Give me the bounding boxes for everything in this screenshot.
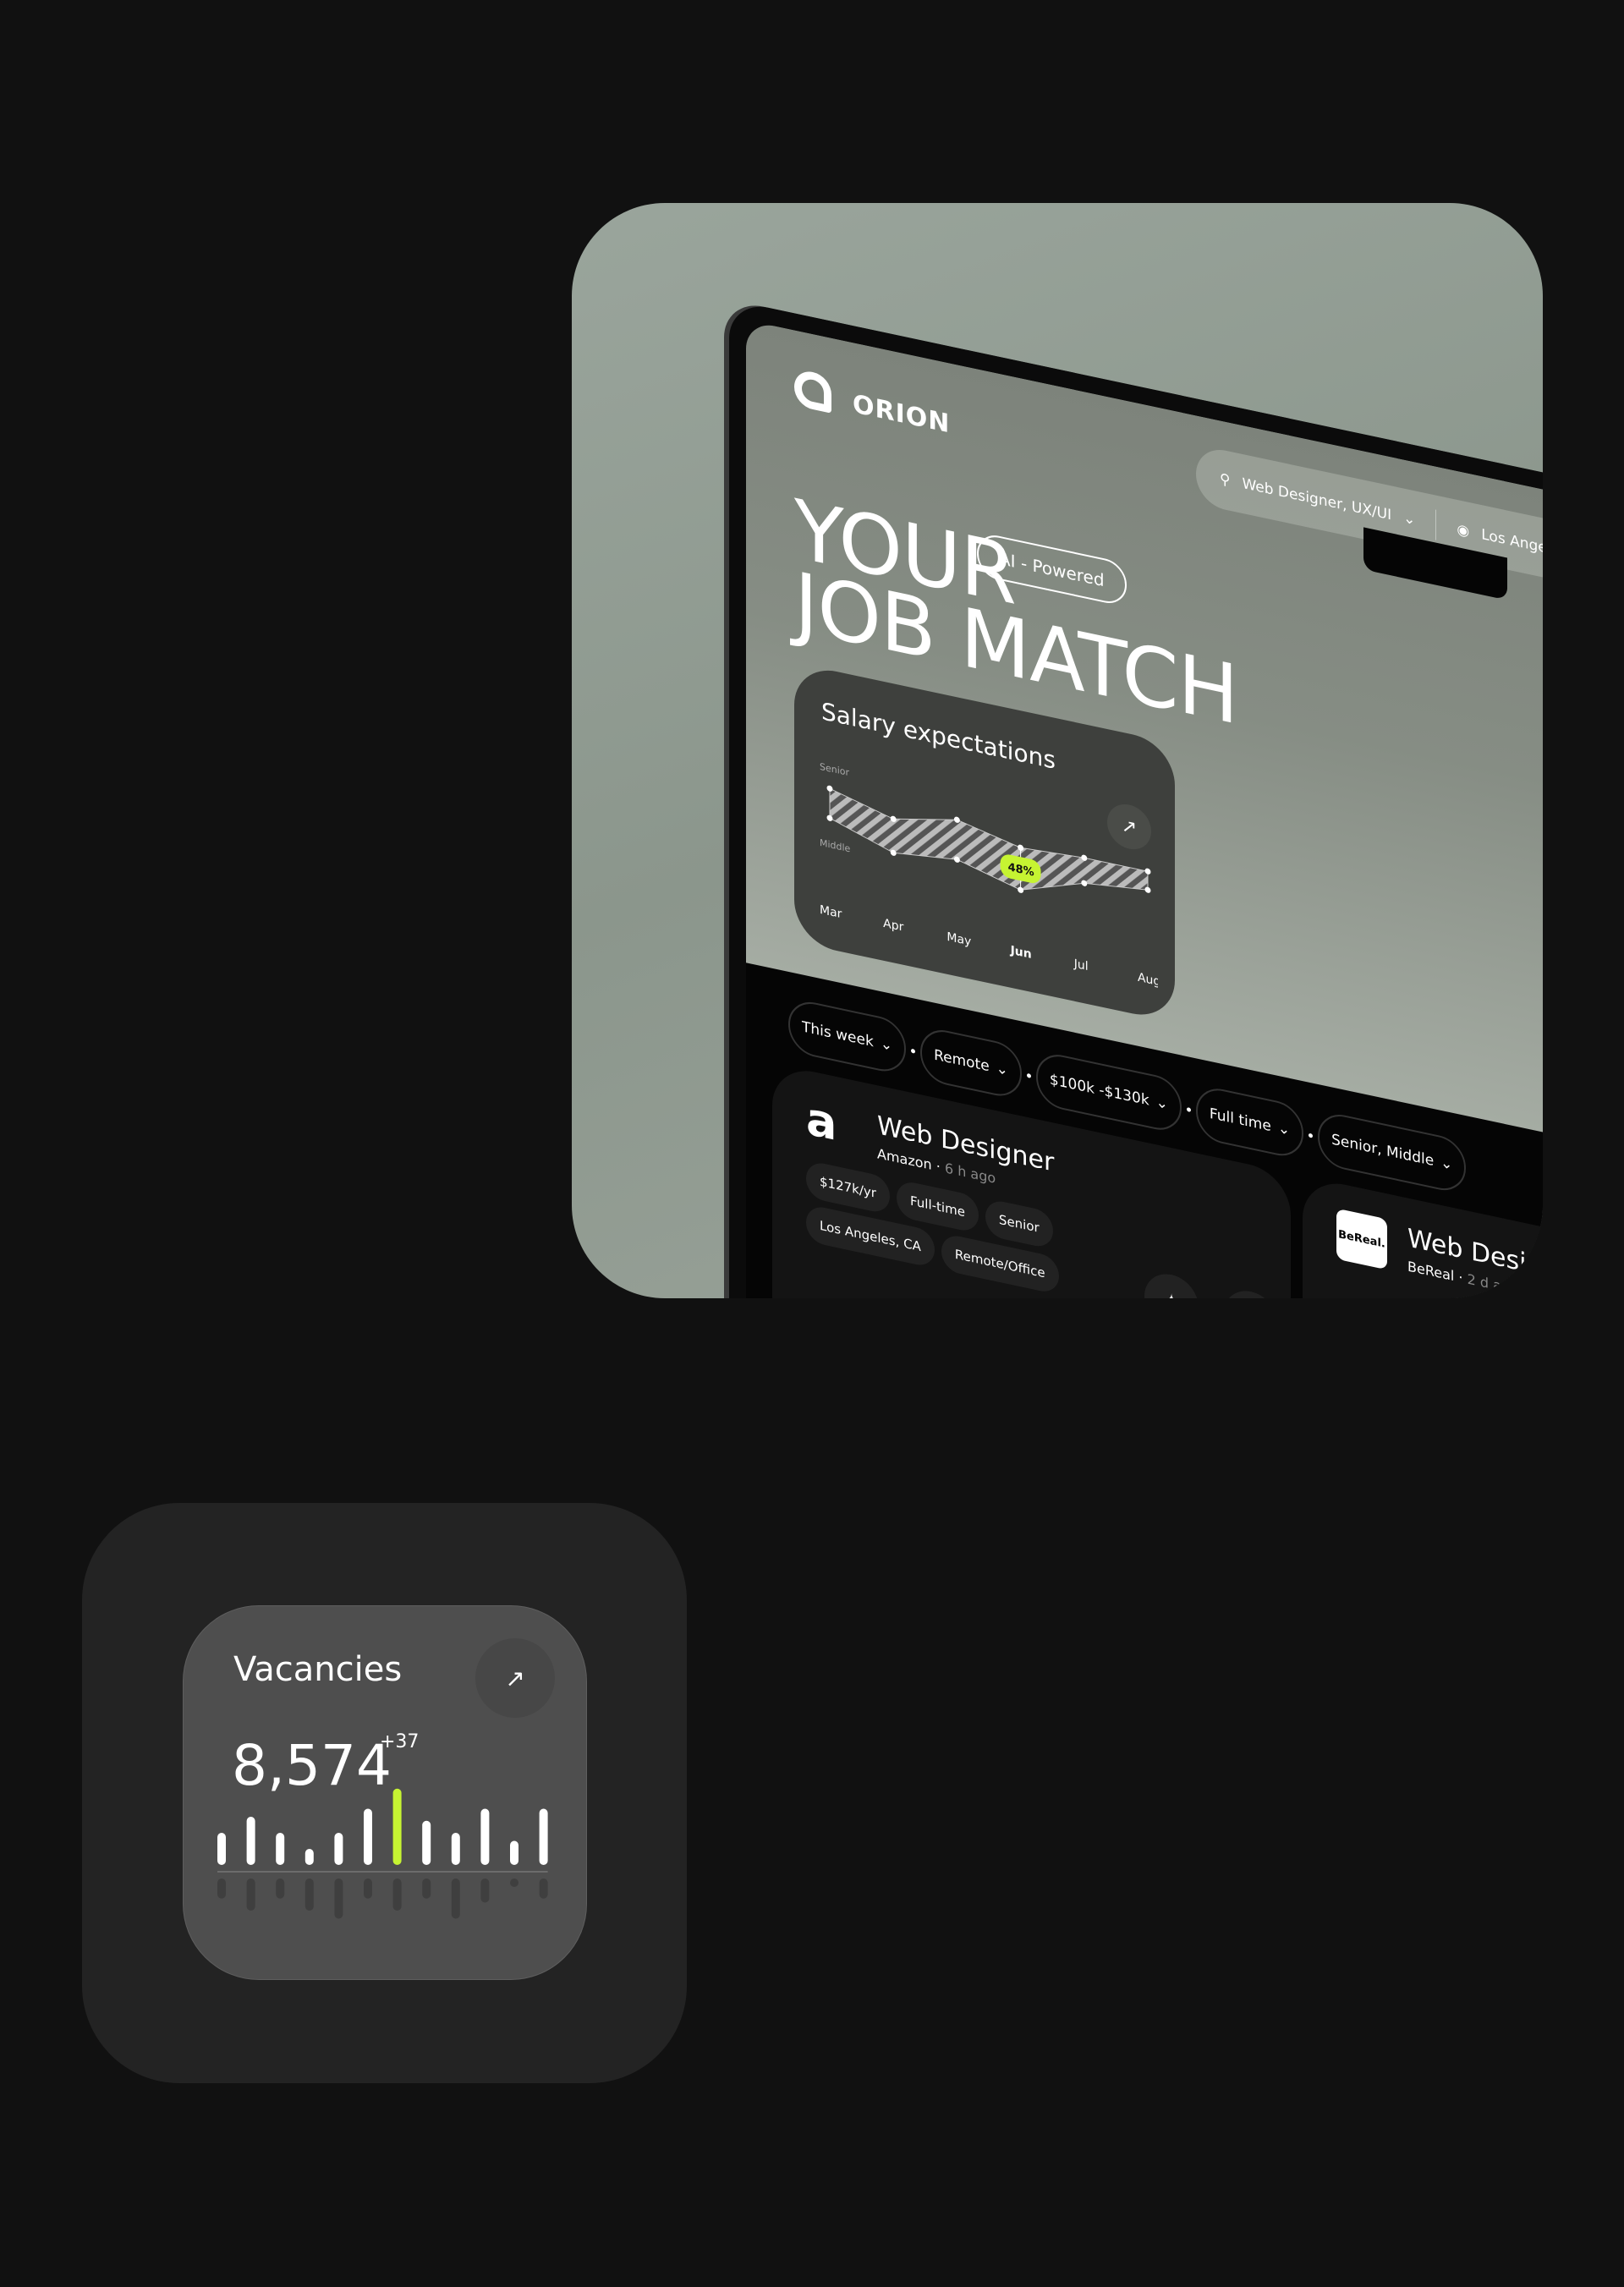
vacancy-bar-shadow (480, 1878, 490, 1903)
filter-location-type[interactable]: Remote ⌄ (920, 1025, 1022, 1101)
y-label-senior: Senior (820, 761, 849, 778)
filter-label: Senior, Middle (1331, 1131, 1435, 1171)
middle-point (1144, 886, 1151, 893)
senior-point (826, 785, 833, 792)
tablet-screen: ORION ⚲ Web Designer, UX/UI ⌄ ◉ Los Ange… (746, 320, 1543, 1298)
separator-dot (1186, 1106, 1191, 1112)
filter-label: This week (802, 1018, 874, 1051)
filter-label: Remote (934, 1046, 990, 1076)
vacancies-count: 8,574 (232, 1733, 392, 1798)
salary-band (829, 787, 1149, 891)
chevron-down-icon: ⌄ (996, 1060, 1008, 1080)
x-tick-label: Aug (1138, 971, 1158, 990)
vacancy-bar-shadow (539, 1878, 548, 1899)
tag-level: Senior (985, 1198, 1053, 1250)
x-tick-label: Mar (820, 903, 842, 921)
x-tick-label: May (946, 930, 971, 949)
filter-employment[interactable]: Full time ⌄ (1195, 1083, 1304, 1161)
vacancy-bar (539, 1808, 548, 1865)
hero-showcase: ORION ⚲ Web Designer, UX/UI ⌄ ◉ Los Ange… (572, 203, 1543, 1298)
amazon-logo: a (806, 1091, 837, 1152)
company-name: BeReal (1407, 1258, 1455, 1285)
filter-level[interactable]: Senior, Middle ⌄ (1318, 1109, 1467, 1196)
job-actions: ✦ ✕ ♡ (1144, 1269, 1278, 1298)
chevron-down-icon: ⌄ (1277, 1119, 1291, 1139)
divider (1435, 509, 1437, 540)
filter-label: Full time (1209, 1105, 1271, 1136)
separator-dot (911, 1048, 916, 1054)
vacancy-bar-shadow (422, 1878, 431, 1899)
vacancy-bar (422, 1820, 431, 1865)
salary-chart: SeniorMiddleMarAprMayJunJulAug48% (820, 761, 1158, 990)
vacancy-bar (480, 1808, 490, 1865)
vacancy-bar (246, 1817, 255, 1865)
vacancy-bar-shadow (334, 1878, 343, 1919)
pin-icon: ◉ (1457, 520, 1470, 541)
chevron-down-icon: ⌄ (880, 1035, 893, 1056)
y-label-middle: Middle (820, 837, 850, 855)
separator-dot (1026, 1072, 1031, 1078)
x-tick-label: Jun (1010, 944, 1032, 962)
vacancy-bar-shadow (217, 1878, 226, 1899)
vacancy-bar-shadow (246, 1878, 255, 1911)
search-input[interactable]: Web Designer, UX/UI (1242, 475, 1391, 524)
separator-dot (1309, 1133, 1314, 1138)
brand-name: ORION (853, 389, 951, 440)
filter-date[interactable]: This week ⌄ (788, 996, 907, 1077)
vacancy-bar (510, 1840, 518, 1865)
chevron-down-icon[interactable]: ⌄ (1403, 509, 1415, 529)
vacancy-bar-shadow (451, 1878, 460, 1919)
filter-salary[interactable]: $100k -$130k ⌄ (1035, 1050, 1182, 1135)
vacancy-bar-shadow (276, 1878, 285, 1899)
vacancies-title: Vacancies (233, 1650, 403, 1689)
vacancy-bar (334, 1833, 343, 1865)
filter-label: $100k -$130k (1049, 1071, 1149, 1110)
x-tick-label: Apr (883, 917, 903, 935)
arrow-up-right-icon[interactable]: ↗ (475, 1638, 555, 1718)
x-tick-label: Jul (1073, 957, 1089, 974)
vacancy-bar (217, 1833, 226, 1865)
vacancy-bar (392, 1788, 402, 1865)
vacancy-bar (304, 1849, 314, 1865)
vacancies-card[interactable]: Vacancies ↗ 8,574 +37 (183, 1605, 587, 1980)
vacancy-bar-shadow (304, 1878, 314, 1911)
vacancy-bar-shadow (364, 1878, 372, 1899)
vacancy-bar (451, 1833, 460, 1865)
chevron-down-icon: ⌄ (1440, 1154, 1453, 1174)
match-icon[interactable]: ✦ (1144, 1269, 1199, 1298)
chevron-down-icon: ⌄ (1155, 1094, 1168, 1114)
vacancy-bar-shadow (510, 1878, 518, 1887)
orion-logo-icon (794, 368, 831, 414)
bereal-logo: BeReal. (1336, 1208, 1387, 1270)
search-icon: ⚲ (1220, 470, 1231, 490)
job-card[interactable]: BeReal. Web Designer BeReal · 2 d ago (1303, 1176, 1543, 1298)
vacancies-delta: +37 (380, 1731, 420, 1752)
vacancy-bar-shadow (392, 1878, 402, 1911)
vacancy-bar (364, 1808, 372, 1865)
close-icon[interactable]: ✕ (1224, 1286, 1278, 1298)
tablet-device: ORION ⚲ Web Designer, UX/UI ⌄ ◉ Los Ange… (729, 299, 1543, 1298)
vacancy-bar (276, 1833, 285, 1865)
